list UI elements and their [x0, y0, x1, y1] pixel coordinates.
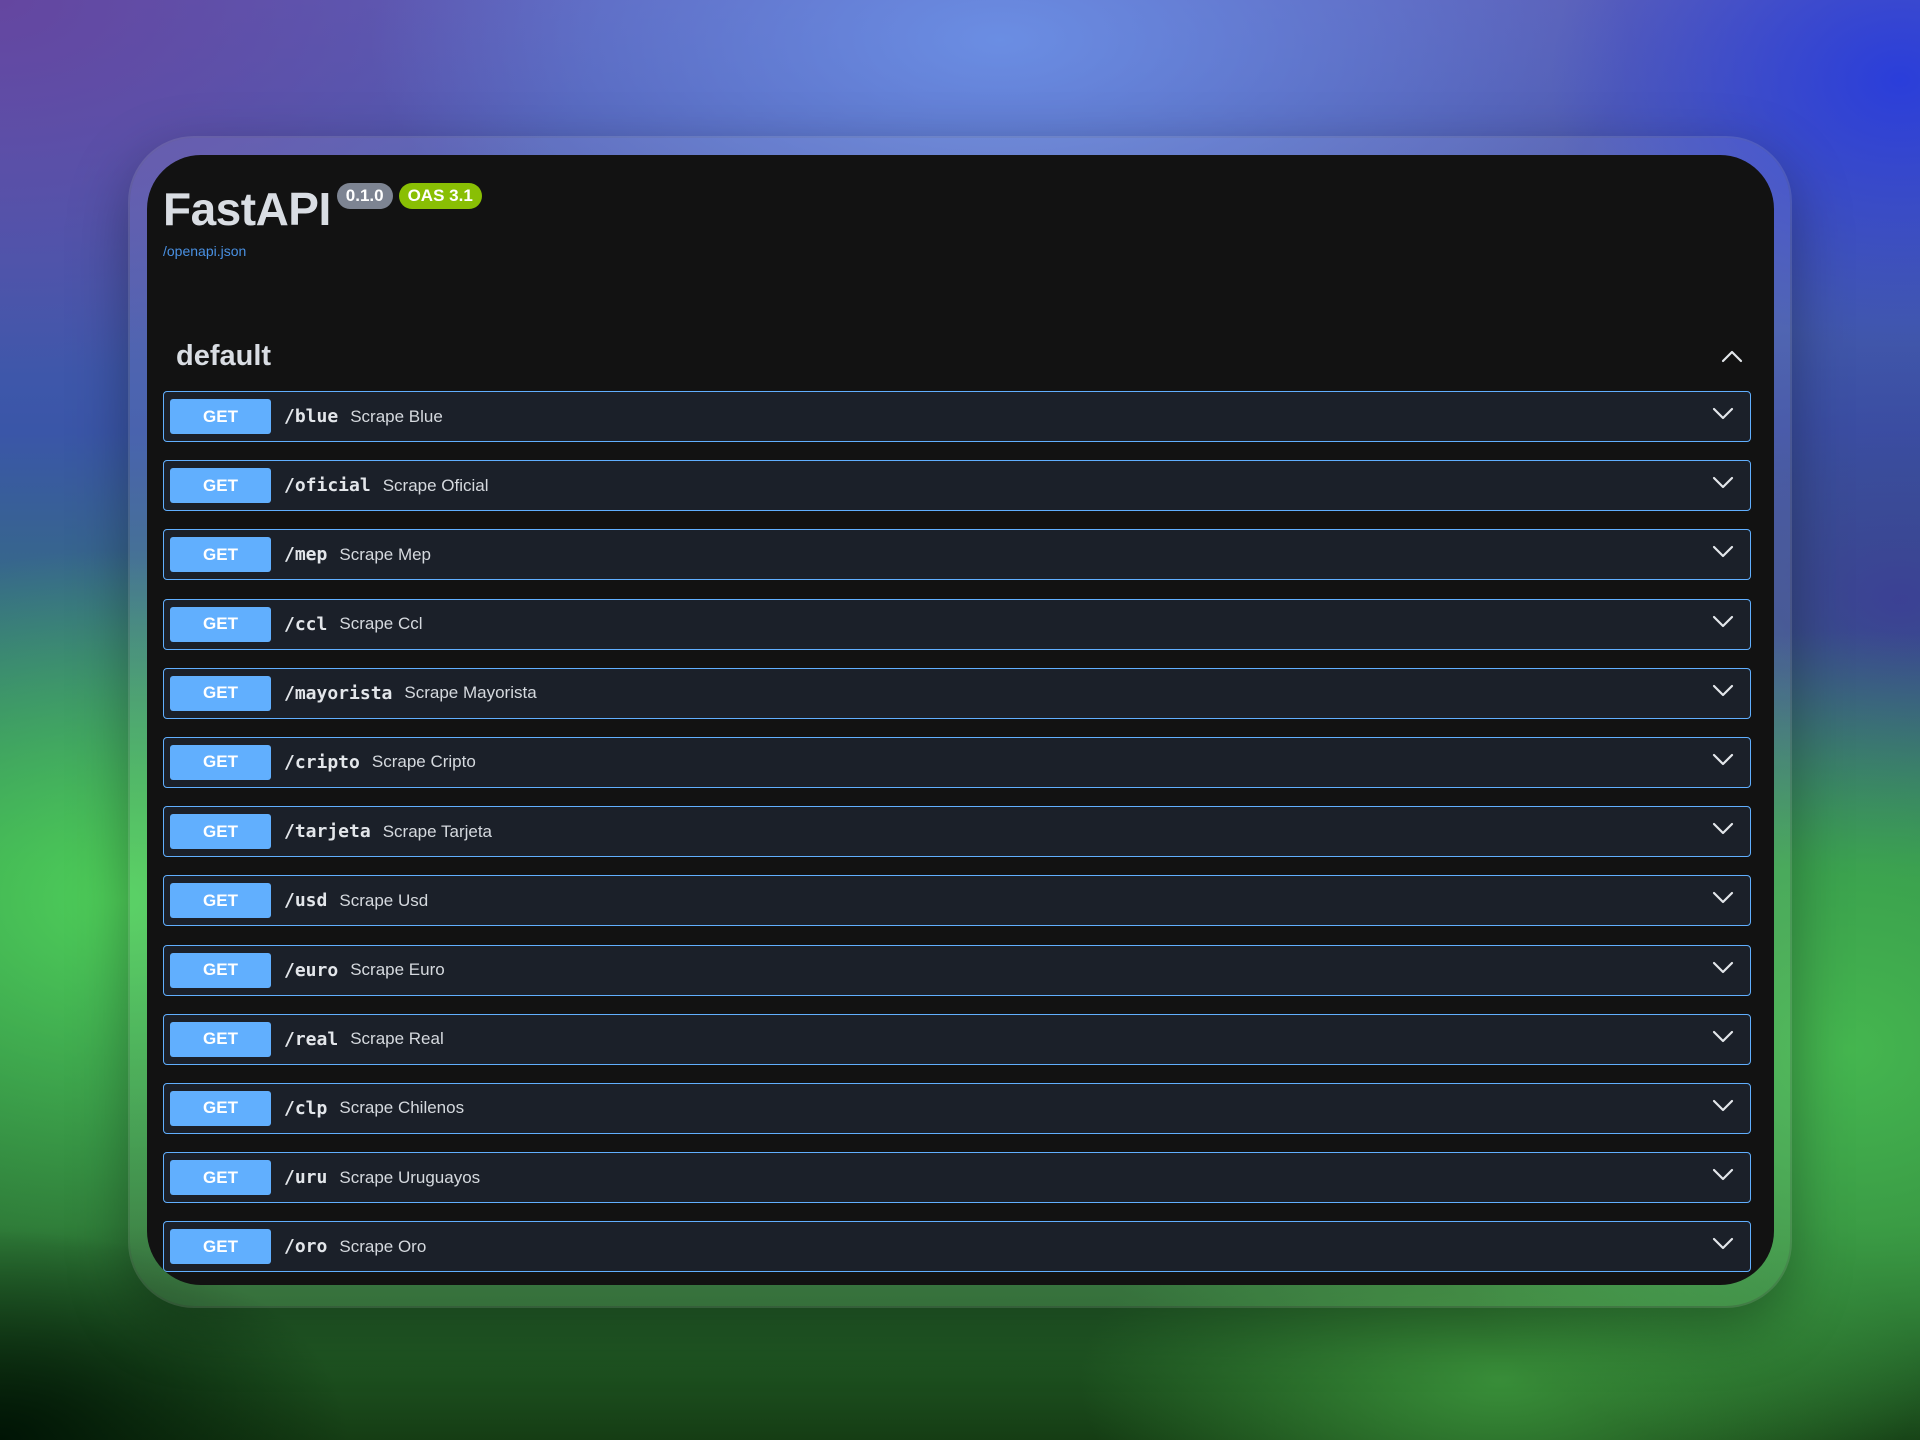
endpoint-summary: Scrape Tarjeta: [382, 821, 493, 841]
chevron-down-icon[interactable]: [1710, 538, 1736, 564]
tag-section-header[interactable]: default: [163, 325, 1750, 387]
chevron-down-icon[interactable]: [1710, 1161, 1736, 1187]
chevron-down-icon[interactable]: [1710, 677, 1736, 703]
chevron-down-icon[interactable]: [1710, 608, 1736, 634]
endpoint-path: /mayorista: [284, 682, 393, 704]
version-badge: 0.1.0: [336, 183, 393, 209]
method-badge: GET: [170, 1021, 271, 1057]
oas-badge: OAS 3.1: [398, 183, 482, 209]
method-badge: GET: [170, 537, 271, 573]
method-badge: GET: [170, 675, 271, 711]
tag-section-title: default: [176, 339, 272, 372]
endpoint-summary: Scrape Oro: [339, 1236, 427, 1256]
chevron-down-icon[interactable]: [1710, 954, 1736, 980]
endpoint-summary: Scrape Euro: [350, 960, 445, 979]
endpoint-summary: Scrape Cripto: [371, 752, 476, 772]
chevron-down-icon[interactable]: [1710, 815, 1736, 841]
endpoint-path: /ccl: [284, 613, 328, 635]
endpoint-path: /tarjeta: [284, 821, 371, 843]
endpoint-path: /real: [284, 1028, 339, 1050]
chevron-down-icon[interactable]: [1710, 1023, 1736, 1049]
endpoint-row-mep[interactable]: GET /mep Scrape Mep: [163, 529, 1751, 581]
chevron-down-icon[interactable]: [1710, 746, 1736, 772]
endpoint-list: GET /blue Scrape Blue GET /oficial Scrap…: [163, 391, 1751, 1285]
endpoint-path: /euro: [284, 959, 339, 981]
endpoint-row-real[interactable]: GET /real Scrape Real: [163, 1013, 1751, 1065]
endpoint-row-mayorista[interactable]: GET /mayorista Scrape Mayorista: [163, 667, 1751, 719]
method-badge: GET: [170, 606, 271, 642]
swagger-window: FastAPI 0.1.0 OAS 3.1 /openapi.json defa…: [147, 155, 1774, 1285]
method-badge: GET: [170, 1229, 271, 1265]
method-badge: GET: [170, 1160, 271, 1196]
endpoint-summary: Scrape Oficial: [382, 475, 489, 495]
endpoint-row-usd[interactable]: GET /usd Scrape Usd: [163, 875, 1751, 927]
endpoint-summary: Scrape Uruguayos: [339, 1167, 481, 1187]
method-badge: GET: [170, 468, 271, 504]
endpoint-path: /uru: [284, 1167, 328, 1189]
endpoint-path: /cripto: [284, 751, 360, 773]
endpoint-row-blue[interactable]: GET /blue Scrape Blue: [163, 391, 1751, 442]
chevron-down-icon[interactable]: [1710, 884, 1736, 910]
endpoint-summary: Scrape Mep: [339, 544, 432, 564]
endpoint-row-oficial[interactable]: GET /oficial Scrape Oficial: [163, 460, 1751, 512]
endpoint-path: /clp: [284, 1097, 328, 1119]
endpoint-path: /blue: [284, 406, 339, 427]
endpoint-path: /mep: [284, 544, 328, 566]
chevron-down-icon[interactable]: [1710, 1230, 1736, 1256]
endpoint-path: /oficial: [284, 475, 371, 497]
openapi-spec-link[interactable]: /openapi.json: [163, 243, 246, 259]
method-badge: GET: [170, 744, 271, 780]
method-badge: GET: [170, 399, 271, 434]
chevron-down-icon[interactable]: [1710, 400, 1736, 426]
endpoint-path: /usd: [284, 890, 328, 912]
endpoint-row-uru[interactable]: GET /uru Scrape Uruguayos: [163, 1152, 1751, 1204]
method-badge: GET: [170, 883, 271, 919]
endpoint-summary: Scrape Chilenos: [339, 1098, 465, 1118]
chevron-down-icon[interactable]: [1710, 1092, 1736, 1118]
api-title: FastAPI: [163, 183, 331, 235]
method-badge: GET: [170, 814, 271, 850]
endpoint-summary: Scrape Usd: [339, 890, 429, 910]
endpoint-row-cripto[interactable]: GET /cripto Scrape Cripto: [163, 736, 1751, 788]
api-header: FastAPI 0.1.0 OAS 3.1 /openapi.json: [163, 179, 482, 261]
endpoint-summary: Scrape Real: [350, 1029, 444, 1049]
chevron-up-icon[interactable]: [1712, 336, 1752, 376]
chevron-down-icon[interactable]: [1710, 469, 1736, 495]
endpoint-row-tarjeta[interactable]: GET /tarjeta Scrape Tarjeta: [163, 806, 1751, 858]
endpoint-summary: Scrape Blue: [350, 406, 443, 426]
endpoint-row-euro[interactable]: GET /euro Scrape Euro: [163, 944, 1751, 996]
endpoint-summary: Scrape Ccl: [339, 614, 423, 634]
endpoint-row-clp[interactable]: GET /clp Scrape Chilenos: [163, 1082, 1751, 1134]
endpoint-row-ccl[interactable]: GET /ccl Scrape Ccl: [163, 598, 1751, 650]
endpoint-summary: Scrape Mayorista: [404, 683, 537, 703]
endpoint-row-oro[interactable]: GET /oro Scrape Oro: [163, 1221, 1751, 1273]
endpoint-path: /oro: [284, 1236, 328, 1258]
method-badge: GET: [170, 1090, 271, 1126]
title-row: FastAPI 0.1.0 OAS 3.1: [163, 179, 482, 239]
method-badge: GET: [170, 952, 271, 988]
